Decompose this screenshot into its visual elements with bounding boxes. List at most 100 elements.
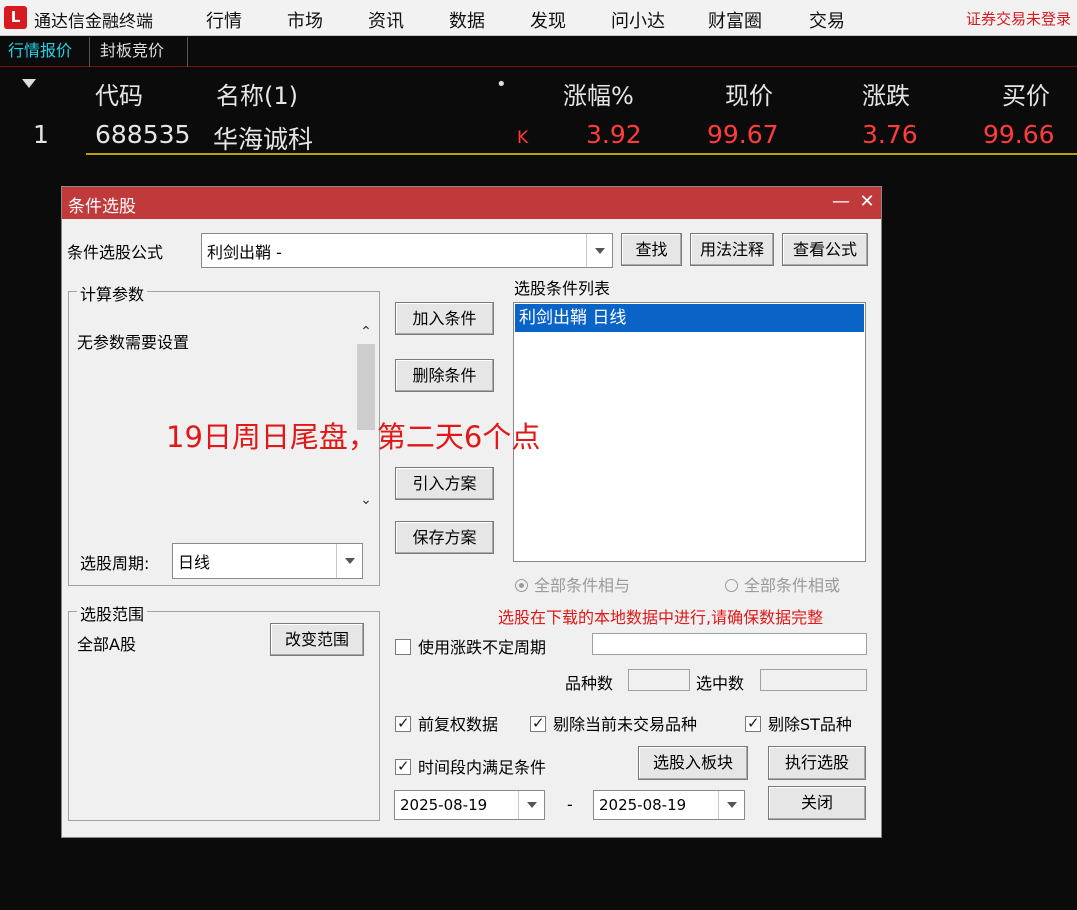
date-separator: - bbox=[567, 795, 573, 814]
annotation-text: 19日周日尾盘，第二天6个点 bbox=[166, 420, 541, 454]
scope-value: 全部A股 bbox=[77, 635, 136, 654]
radio-dot-icon[interactable] bbox=[725, 579, 738, 592]
row-code[interactable]: 688535 bbox=[95, 120, 190, 149]
row-flag: K bbox=[517, 128, 529, 148]
scope-group-title: 选股范围 bbox=[77, 601, 148, 625]
radio-all-or[interactable]: 全部条件相或 bbox=[725, 572, 840, 596]
execute-screen-button[interactable]: 执行选股 bbox=[768, 746, 866, 780]
exclude-untraded-checkbox[interactable]: 剔除当前未交易品种 bbox=[530, 711, 697, 735]
save-plan-button[interactable]: 保存方案 bbox=[395, 521, 494, 554]
row-change: 3.76 bbox=[862, 120, 918, 149]
selected-count-label: 选中数 bbox=[696, 674, 745, 693]
exclude-st-checkbox[interactable]: 剔除ST品种 bbox=[745, 711, 852, 735]
app-title: 通达信金融终端 bbox=[34, 12, 153, 32]
sort-dropdown-icon[interactable] bbox=[22, 79, 36, 88]
row-change-pct: 3.92 bbox=[586, 120, 642, 149]
stock-screener-dialog: 条件选股 — ✕ 条件选股公式 利剑出鞘 - 查找 用法注释 查看公式 计算参数… bbox=[61, 186, 882, 838]
exclude-untraded-label: 剔除当前未交易品种 bbox=[553, 715, 698, 734]
view-formula-button[interactable]: 查看公式 bbox=[782, 233, 868, 266]
radio-or-label: 全部条件相或 bbox=[744, 576, 841, 595]
period-label: 选股周期: bbox=[80, 554, 150, 573]
menu-market[interactable]: 市场 bbox=[287, 7, 323, 33]
add-to-block-button[interactable]: 选股入板块 bbox=[638, 746, 748, 780]
find-button[interactable]: 查找 bbox=[621, 233, 682, 266]
variety-count-field bbox=[628, 669, 690, 691]
scroll-down-icon[interactable]: ⌄ bbox=[356, 490, 376, 510]
row-index: 1 bbox=[33, 120, 49, 149]
forward-adjust-label: 前复权数据 bbox=[418, 715, 499, 734]
close-icon[interactable]: ✕ bbox=[856, 189, 878, 215]
row-name[interactable]: 华海诚科 bbox=[213, 120, 313, 156]
checkbox-icon[interactable] bbox=[395, 714, 411, 732]
row-price: 99.67 bbox=[707, 120, 779, 149]
chevron-down-icon[interactable] bbox=[336, 544, 362, 578]
header-dot[interactable]: • bbox=[496, 74, 507, 95]
menu-discover[interactable]: 发现 bbox=[530, 7, 566, 33]
row-bid: 99.66 bbox=[983, 120, 1055, 149]
formula-label: 条件选股公式 bbox=[67, 243, 164, 262]
header-change[interactable]: 涨跌 bbox=[862, 76, 910, 111]
checkbox-icon[interactable] bbox=[395, 757, 411, 775]
radio-and-label: 全部条件相与 bbox=[534, 576, 631, 595]
tab-limit-auction[interactable]: 封板竞价 bbox=[92, 37, 188, 67]
header-change-pct[interactable]: 涨幅% bbox=[563, 76, 634, 111]
selected-count-field bbox=[760, 669, 867, 691]
exclude-st-label: 剔除ST品种 bbox=[768, 715, 852, 734]
tab-bar: 行情报价 封板竞价 bbox=[0, 37, 1077, 67]
add-condition-button[interactable]: 加入条件 bbox=[395, 302, 494, 335]
menu-trade[interactable]: 交易 bbox=[809, 7, 845, 33]
header-bid[interactable]: 买价 bbox=[1002, 76, 1050, 111]
date-from-value: 2025-08-19 bbox=[400, 796, 488, 814]
delete-condition-button[interactable]: 删除条件 bbox=[395, 359, 494, 392]
menu-ask-xiaoda[interactable]: 问小达 bbox=[611, 7, 665, 33]
header-name[interactable]: 名称(1) bbox=[216, 76, 298, 111]
variety-count-label: 品种数 bbox=[565, 674, 614, 693]
dialog-title-bar[interactable]: 条件选股 — ✕ bbox=[62, 187, 881, 219]
tab-quotes[interactable]: 行情报价 bbox=[0, 37, 90, 67]
variable-period-checkbox[interactable]: 使用涨跌不定周期 bbox=[395, 634, 546, 658]
date-to-picker[interactable]: 2025-08-19 bbox=[593, 790, 745, 820]
period-value: 日线 bbox=[178, 553, 211, 572]
close-button[interactable]: 关闭 bbox=[768, 786, 866, 820]
header-price[interactable]: 现价 bbox=[725, 76, 773, 111]
formula-value: 利剑出鞘 - bbox=[207, 242, 282, 262]
top-menu-bar: L 通达信金融终端 行情 市场 资讯 数据 发现 问小达 财富圈 交易 证券交易… bbox=[0, 0, 1077, 36]
variable-period-field[interactable] bbox=[592, 633, 867, 655]
menu-data[interactable]: 数据 bbox=[449, 7, 485, 33]
chevron-down-icon[interactable] bbox=[518, 791, 544, 819]
date-from-picker[interactable]: 2025-08-19 bbox=[394, 790, 545, 820]
checkbox-icon[interactable] bbox=[395, 639, 411, 655]
menu-news[interactable]: 资讯 bbox=[368, 7, 404, 33]
import-plan-button[interactable]: 引入方案 bbox=[395, 467, 494, 500]
data-warning: 选股在下载的本地数据中进行,请确保数据完整 bbox=[498, 608, 824, 627]
within-period-label: 时间段内满足条件 bbox=[418, 758, 547, 777]
condition-list-item[interactable]: 利剑出鞘 日线 bbox=[515, 304, 864, 332]
usage-notes-button[interactable]: 用法注释 bbox=[690, 233, 774, 266]
variable-period-label: 使用涨跌不定周期 bbox=[418, 638, 547, 657]
condition-list-label: 选股条件列表 bbox=[514, 279, 611, 298]
radio-dot-icon[interactable] bbox=[515, 579, 528, 592]
scroll-up-icon[interactable]: ⌃ bbox=[356, 322, 376, 342]
chevron-down-icon[interactable] bbox=[586, 234, 612, 267]
scope-group: 选股范围 全部A股 改变范围 bbox=[68, 601, 380, 821]
condition-list[interactable]: 利剑出鞘 日线 bbox=[513, 302, 866, 562]
row-underline bbox=[86, 153, 1077, 155]
menu-quotes[interactable]: 行情 bbox=[206, 7, 242, 33]
params-group-title: 计算参数 bbox=[77, 281, 148, 305]
login-status[interactable]: 证券交易未登录 bbox=[966, 8, 1071, 29]
change-scope-button[interactable]: 改变范围 bbox=[270, 623, 364, 656]
date-to-value: 2025-08-19 bbox=[599, 796, 687, 814]
menu-wealth-circle[interactable]: 财富圈 bbox=[708, 7, 762, 33]
formula-select[interactable]: 利剑出鞘 - bbox=[201, 233, 613, 268]
radio-all-and[interactable]: 全部条件相与 bbox=[515, 572, 630, 596]
forward-adjust-checkbox[interactable]: 前复权数据 bbox=[395, 711, 498, 735]
checkbox-icon[interactable] bbox=[530, 714, 546, 732]
minimize-icon[interactable]: — bbox=[830, 189, 852, 215]
app-logo-icon: L bbox=[4, 6, 27, 29]
checkbox-icon[interactable] bbox=[745, 714, 761, 732]
period-select[interactable]: 日线 bbox=[172, 543, 363, 579]
within-period-checkbox[interactable]: 时间段内满足条件 bbox=[395, 754, 546, 778]
header-code[interactable]: 代码 bbox=[95, 76, 143, 111]
chevron-down-icon[interactable] bbox=[718, 791, 744, 819]
params-text: 无参数需要设置 bbox=[77, 333, 190, 352]
